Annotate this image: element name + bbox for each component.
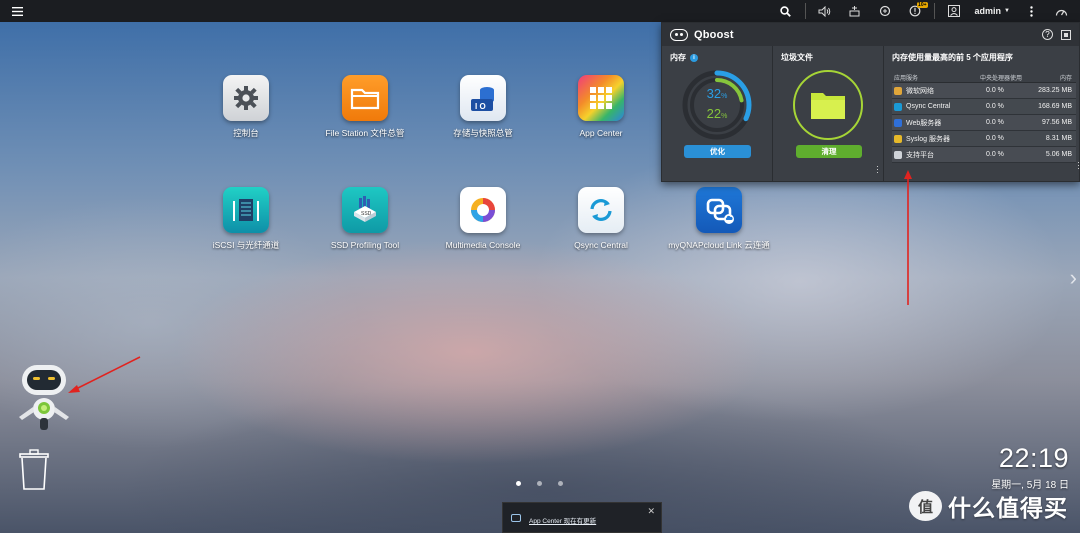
chevron-right-icon[interactable]: › (1070, 265, 1077, 291)
recycle-bin-icon[interactable] (17, 449, 51, 491)
watermark-logo: 值 (909, 491, 942, 521)
qboost-robot-icon[interactable] (14, 363, 76, 433)
page-dot[interactable] (516, 481, 521, 486)
watermark: 值 什么值得买 (909, 489, 1068, 523)
desktop-pager (516, 481, 563, 486)
message-icon (511, 514, 521, 522)
watermark-text: 什么值得买 (948, 495, 1068, 521)
notification-toast[interactable]: App Center 现在有更新 ✕ (502, 502, 662, 533)
notification-link[interactable]: App Center 现在有更新 (529, 515, 596, 525)
clock-time: 22:19 (998, 443, 1069, 473)
annotation-arrows (68, 170, 912, 393)
page-dot[interactable] (537, 481, 542, 486)
close-icon[interactable]: ✕ (647, 506, 655, 517)
desktop-clock: 22:19 星期一, 5月 18 日 (991, 442, 1069, 491)
page-dot[interactable] (558, 481, 563, 486)
